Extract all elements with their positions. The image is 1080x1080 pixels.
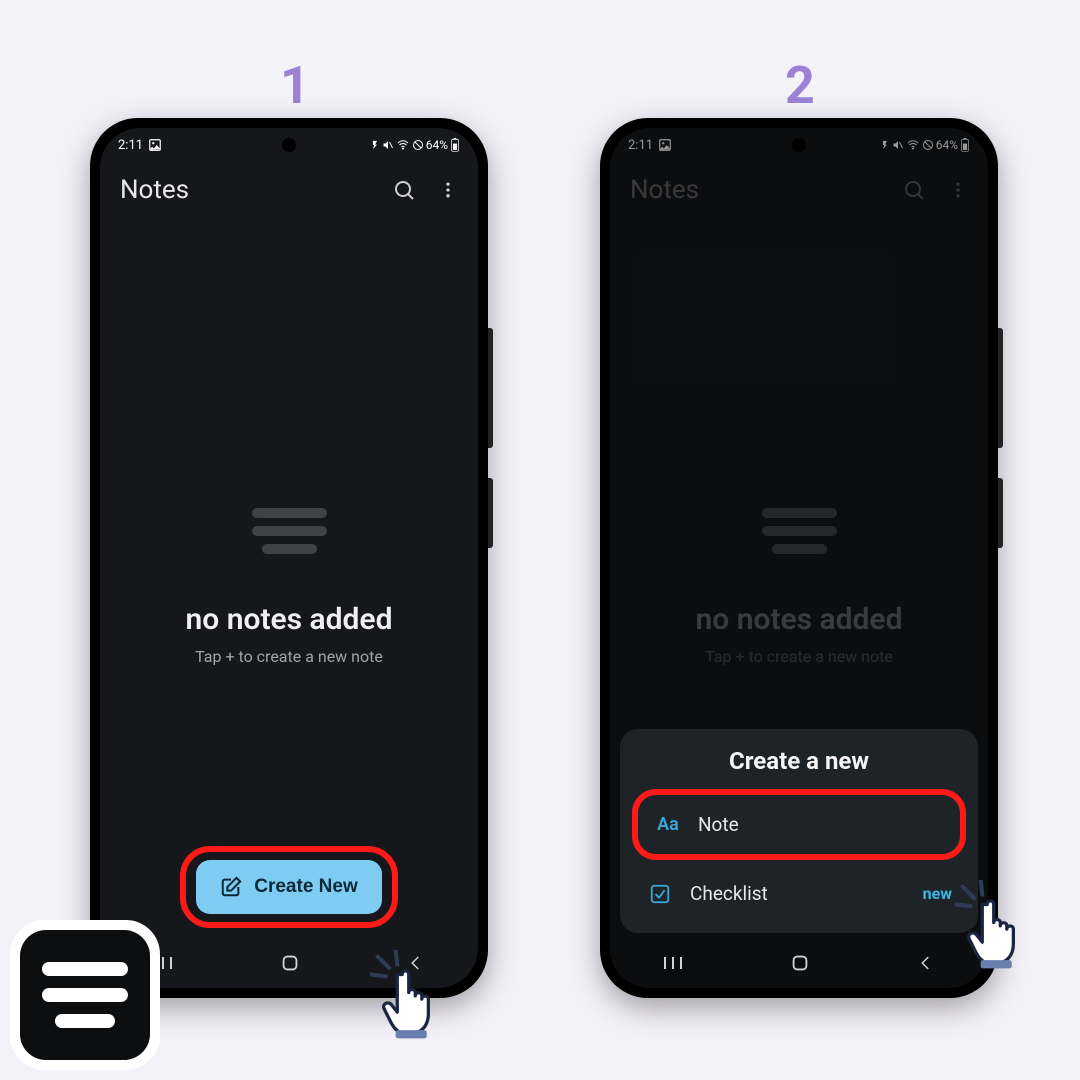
tap-pointer-icon (370, 950, 454, 1040)
wifi-icon (396, 139, 410, 151)
create-new-button[interactable]: Create New (196, 860, 382, 914)
more-icon[interactable] (438, 178, 458, 202)
screen-2: 2:11 64% Notes no notes added Tap + to (610, 128, 988, 988)
home-button[interactable] (279, 952, 301, 974)
phone-frame-2: 2:11 64% Notes no notes added Tap + to (600, 118, 998, 998)
app-icon (10, 920, 160, 1070)
search-icon[interactable] (392, 178, 416, 202)
step-number-2: 2 (785, 55, 815, 116)
empty-headline: no notes added (186, 602, 393, 637)
battery-icon (370, 139, 380, 151)
no-sim-icon (412, 139, 424, 151)
status-battery: 64% (426, 138, 448, 152)
compose-icon (220, 876, 242, 898)
mute-icon (382, 139, 394, 151)
phone-frame-1: 2:11 64% Notes no notes added Tap + to (90, 118, 488, 998)
recents-button[interactable] (663, 955, 683, 971)
android-navbar (610, 938, 988, 988)
status-time: 2:11 (118, 138, 143, 153)
notes-empty-icon (252, 500, 327, 562)
notes-app-logo (20, 930, 150, 1060)
back-button[interactable] (917, 954, 935, 972)
battery-level-icon (450, 138, 460, 152)
step-number-1: 1 (280, 55, 310, 116)
new-badge: new (923, 884, 952, 903)
create-sheet: Create a new Aa Note Checklist new (620, 729, 978, 933)
create-note-option[interactable]: Aa Note (640, 797, 958, 852)
create-checklist-option[interactable]: Checklist new (632, 866, 966, 921)
image-icon (148, 138, 162, 152)
screen-1: 2:11 64% Notes no notes added Tap + to (100, 128, 478, 988)
page-title: Notes (120, 175, 189, 205)
tutorial-highlight: Create New (180, 846, 398, 928)
checkbox-icon (646, 883, 674, 905)
sheet-title: Create a new (632, 747, 966, 775)
home-button[interactable] (789, 952, 811, 974)
app-bar: Notes (100, 162, 478, 218)
create-note-label: Note (698, 813, 739, 836)
tap-pointer-icon (955, 880, 1039, 970)
empty-subtext: Tap + to create a new note (195, 647, 383, 666)
fab-area: Create New (100, 846, 478, 928)
text-aa-icon: Aa (654, 814, 682, 835)
camera-notch (282, 138, 296, 152)
tutorial-highlight: Aa Note (632, 789, 966, 860)
create-checklist-label: Checklist (690, 882, 768, 905)
create-new-label: Create New (254, 876, 358, 898)
